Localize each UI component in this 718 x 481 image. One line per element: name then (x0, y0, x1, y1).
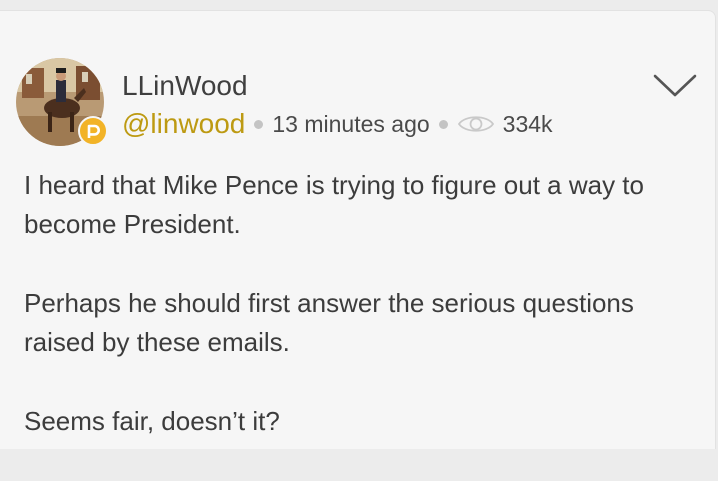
platform-badge-icon (78, 116, 108, 146)
separator-dot (254, 119, 264, 129)
post-meta: @linwood 13 minutes ago 334k (122, 107, 553, 141)
author-display-name[interactable]: LLinWood (122, 69, 248, 103)
post-paragraph: Perhaps he should first answer the serio… (24, 288, 634, 357)
author-avatar[interactable] (16, 58, 108, 148)
post-timestamp: 13 minutes ago (272, 111, 430, 137)
post-body: I heard that Mike Pence is trying to fig… (24, 166, 704, 481)
post-paragraph: I heard that Mike Pence is trying to fig… (24, 170, 644, 239)
eye-icon (457, 113, 495, 135)
post-paragraph: Seems fair, doesn’t it? (24, 406, 280, 436)
chevron-down-icon (653, 74, 697, 97)
separator-dot (438, 119, 448, 129)
view-count: 334k (502, 111, 553, 137)
post-menu-button[interactable] (652, 73, 698, 99)
author-handle[interactable]: @linwood (122, 107, 245, 141)
post-card: LLinWood @linwood 13 minutes ago 334k I … (0, 10, 716, 449)
